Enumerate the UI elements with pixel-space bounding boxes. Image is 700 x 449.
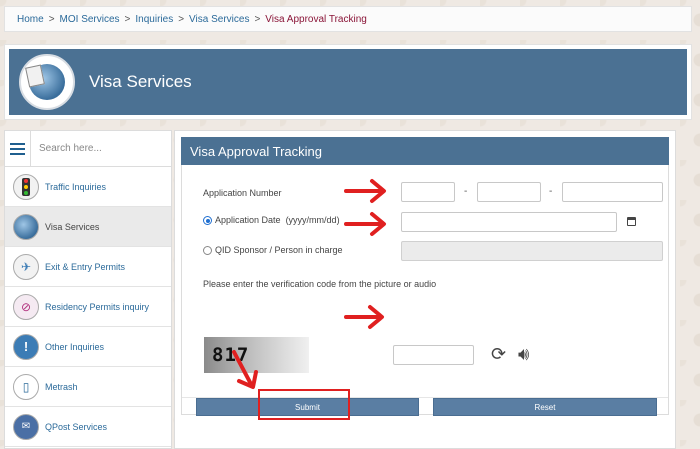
info-icon: ! bbox=[13, 333, 39, 360]
application-number-label: Application Number bbox=[203, 188, 282, 198]
sidebar: Traffic Inquiries Visa Services ✈ Exit &… bbox=[4, 130, 172, 449]
submit-highlight-box bbox=[258, 389, 350, 420]
verification-prompt: Please enter the verification code from … bbox=[203, 279, 437, 289]
application-date-label: Application Date (yyyy/mm/dd) bbox=[215, 215, 340, 225]
number-separator: - bbox=[549, 186, 553, 197]
sidebar-search-input[interactable] bbox=[31, 131, 171, 166]
sidebar-item-label: QPost Services bbox=[45, 421, 108, 432]
reset-button[interactable]: Reset bbox=[433, 398, 657, 416]
sidebar-item-label: Exit & Entry Permits bbox=[45, 261, 126, 272]
hamburger-menu-icon[interactable] bbox=[5, 131, 31, 167]
traffic-light-icon bbox=[13, 173, 39, 200]
sidebar-item-label: Residency Permits inquiry bbox=[45, 301, 150, 312]
captcha-image: 817 bbox=[204, 337, 309, 373]
application-date-radio[interactable] bbox=[203, 216, 212, 225]
qpost-icon: ✉ bbox=[13, 413, 39, 440]
breadcrumb-home[interactable]: Home bbox=[17, 14, 44, 25]
sidebar-item-label: Traffic Inquiries bbox=[45, 181, 107, 192]
breadcrumb-moi-services[interactable]: MOI Services bbox=[60, 14, 120, 25]
airplane-icon: ✈ bbox=[13, 253, 39, 280]
application-number-part1-input[interactable] bbox=[401, 182, 455, 202]
application-number-part2-input[interactable] bbox=[477, 182, 541, 202]
page-title: Visa Services bbox=[89, 72, 192, 91]
breadcrumb-separator: > bbox=[124, 13, 131, 25]
residency-icon: ⊘ bbox=[13, 293, 39, 320]
visa-services-logo-icon bbox=[19, 54, 75, 110]
metrash-phone-icon: ▯ bbox=[13, 373, 39, 400]
visa-globe-icon bbox=[13, 213, 39, 240]
application-number-part3-input[interactable] bbox=[562, 182, 663, 202]
calendar-icon[interactable] bbox=[627, 217, 636, 226]
breadcrumb-separator: > bbox=[178, 13, 185, 25]
refresh-captcha-icon[interactable]: ⟳ bbox=[491, 345, 506, 363]
breadcrumb-visa-services[interactable]: Visa Services bbox=[189, 14, 249, 25]
captcha-input[interactable] bbox=[393, 345, 474, 365]
application-date-input[interactable] bbox=[401, 212, 617, 232]
sidebar-item-metrash[interactable]: ▯ Metrash bbox=[5, 367, 171, 407]
sidebar-item-residency-permits[interactable]: ⊘ Residency Permits inquiry bbox=[5, 287, 171, 327]
sidebar-item-label: Metrash bbox=[45, 381, 78, 392]
breadcrumb-separator: > bbox=[48, 13, 55, 25]
qid-input bbox=[401, 241, 663, 261]
audio-captcha-icon[interactable]: 🔊︎ bbox=[518, 345, 529, 363]
page-banner: Visa Services bbox=[4, 44, 692, 120]
sidebar-item-exit-entry-permits[interactable]: ✈ Exit & Entry Permits bbox=[5, 247, 171, 287]
form-body: Application Number - - Application Date … bbox=[181, 165, 669, 415]
breadcrumb: Home > MOI Services > Inquiries > Visa S… bbox=[4, 6, 692, 32]
sidebar-toolbar bbox=[5, 131, 171, 167]
sidebar-item-visa-services[interactable]: Visa Services bbox=[5, 207, 171, 247]
sidebar-item-label: Visa Services bbox=[45, 221, 100, 232]
qid-label: QID Sponsor / Person in charge bbox=[215, 245, 343, 255]
breadcrumb-current: Visa Approval Tracking bbox=[265, 13, 367, 25]
qid-radio[interactable] bbox=[203, 246, 212, 255]
number-separator: - bbox=[464, 186, 468, 197]
banner-bar: Visa Services bbox=[9, 49, 687, 115]
sidebar-item-qpost-services[interactable]: ✉ QPost Services bbox=[5, 407, 171, 447]
sidebar-item-label: Other Inquiries bbox=[45, 341, 105, 352]
form-title: Visa Approval Tracking bbox=[181, 137, 669, 165]
sidebar-item-traffic-inquiries[interactable]: Traffic Inquiries bbox=[5, 167, 171, 207]
breadcrumb-inquiries[interactable]: Inquiries bbox=[135, 14, 173, 25]
sidebar-item-other-inquiries[interactable]: ! Other Inquiries bbox=[5, 327, 171, 367]
breadcrumb-separator: > bbox=[254, 13, 261, 25]
